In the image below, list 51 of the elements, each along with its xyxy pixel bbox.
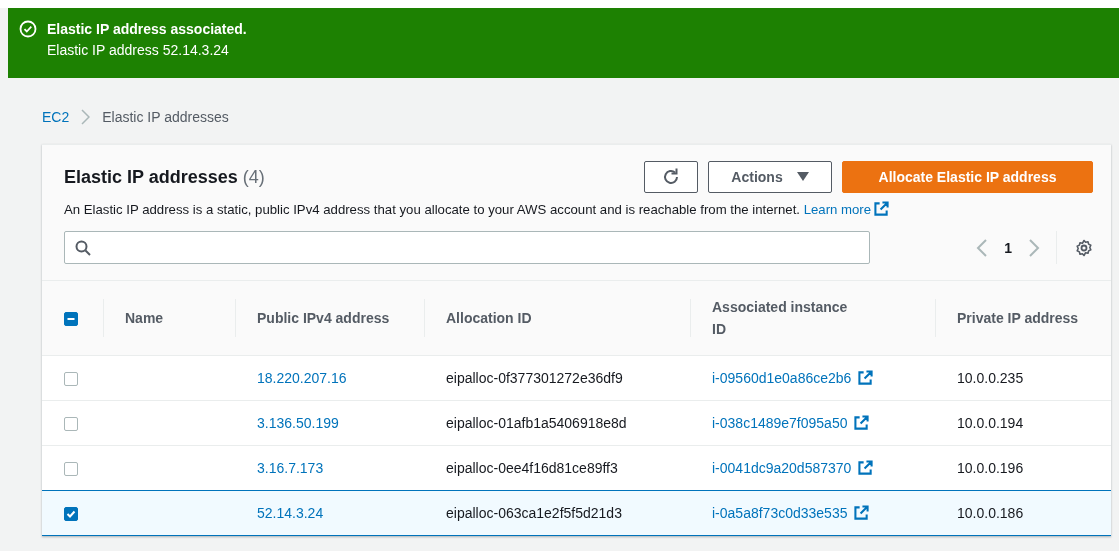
external-link-icon[interactable] [858, 460, 874, 475]
page-number[interactable]: 1 [1004, 239, 1012, 256]
external-link-icon[interactable] [858, 370, 874, 385]
column-header[interactable]: Private IP address [957, 307, 1079, 329]
row-checkbox[interactable] [64, 507, 78, 522]
success-check-icon [19, 20, 37, 38]
breadcrumb-chevron-icon [81, 109, 91, 125]
instance-link[interactable]: i-09560d1e0a86ce2b6 [712, 370, 852, 386]
column-header[interactable]: Name [125, 307, 164, 329]
table-cell: eipalloc-0ee4f16d81ce89ff3 [446, 460, 618, 476]
table-cell: 10.0.0.196 [957, 460, 1024, 476]
banner-message: Elastic IP address 52.14.3.24 [47, 41, 230, 60]
search-field[interactable] [64, 231, 870, 264]
caret-icon [796, 172, 809, 182]
refresh-button[interactable] [644, 161, 698, 193]
checkmark-icon [66, 509, 76, 520]
panel-description: An Elastic IP address is a static, public IPv4 address that you allocate to your AWS account and is reachable from the internet. Learn more [42, 193, 1111, 219]
table-cell: 10.0.0.186 [957, 505, 1024, 521]
table-cell: eipalloc-063ca1e2f5f5d21d3 [446, 505, 622, 521]
settings-icon[interactable] [1075, 238, 1093, 257]
external-link-icon[interactable] [854, 415, 870, 430]
panel-title: Elastic IP addresses [64, 166, 238, 188]
table-cell: eipalloc-0f377301272e36df9 [446, 370, 623, 386]
instance-link[interactable]: i-0a5a8f73c0d33e535 [712, 505, 848, 521]
search-icon [75, 239, 91, 256]
external-link-icon[interactable] [874, 201, 890, 216]
column-header[interactable]: Public IPv4 address [257, 307, 390, 329]
table-cell: 10.0.0.194 [957, 415, 1024, 431]
row-checkbox[interactable] [64, 417, 78, 432]
learn-more-link[interactable]: Learn more [803, 202, 890, 217]
refresh-icon [661, 167, 681, 187]
ip-link[interactable]: 3.136.50.199 [257, 415, 339, 431]
row-checkbox[interactable] [64, 372, 78, 387]
item-count: (4) [242, 166, 265, 188]
banner-title: Elastic IP address associated. [47, 20, 247, 38]
table-cell: 10.0.0.235 [957, 370, 1024, 386]
select-all-checkbox[interactable] [64, 312, 78, 327]
instance-link[interactable]: i-0041dc9a20d587370 [712, 460, 852, 476]
column-header[interactable]: Allocation ID [446, 307, 532, 329]
actions-dropdown[interactable]: Actions [708, 161, 832, 193]
ip-link[interactable]: 18.220.207.16 [257, 370, 347, 386]
ip-link[interactable]: 3.16.7.173 [257, 460, 324, 476]
column-header[interactable]: Associated instance ID [712, 296, 862, 340]
instance-link[interactable]: i-038c1489e7f095a50 [712, 415, 848, 431]
breadcrumb-link[interactable]: EC2 [42, 109, 70, 125]
external-link-icon[interactable] [854, 505, 870, 520]
table-cell: eipalloc-01afb1a5406918e8d [446, 415, 627, 431]
ip-link[interactable]: 52.14.3.24 [257, 505, 324, 521]
row-checkbox[interactable] [64, 462, 78, 477]
allocate-button[interactable]: Allocate Elastic IP address [842, 161, 1093, 193]
breadcrumb-current: Elastic IP addresses [102, 109, 229, 125]
